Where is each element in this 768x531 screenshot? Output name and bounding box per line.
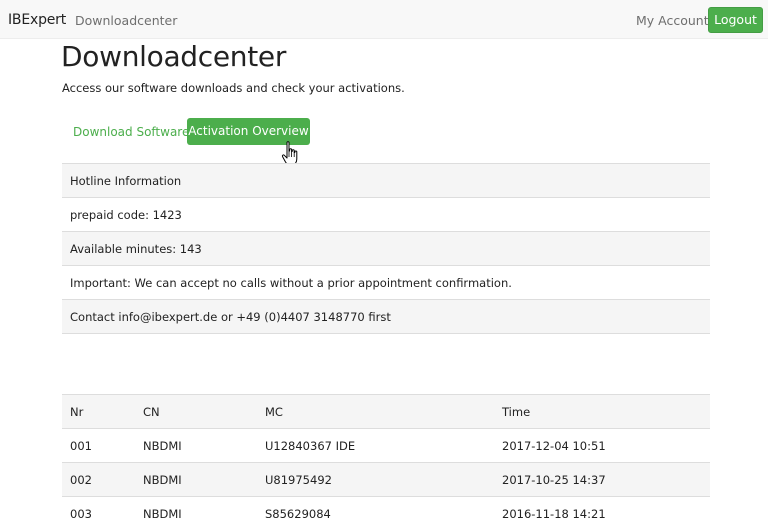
table-header-row: Nr CN MC Time <box>62 394 710 429</box>
nav-link-downloadcenter[interactable]: Downloadcenter <box>75 13 177 28</box>
column-header-mc: MC <box>257 394 494 429</box>
cell-nr: 001 <box>62 428 135 463</box>
cell-mc: U12840367 IDE <box>257 428 494 463</box>
cell-cn: NBDMI <box>135 496 257 531</box>
logout-button[interactable]: Logout <box>708 7 763 33</box>
important-notice-row: Important: We can accept no calls withou… <box>62 266 710 300</box>
tab-download-software[interactable]: Download Software <box>73 125 189 139</box>
page-title: Downloadcenter <box>61 40 287 73</box>
cell-time: 2017-12-04 10:51 <box>494 428 710 463</box>
hotline-info-table: Hotline Information prepaid code: 1423 A… <box>62 163 710 334</box>
nav-link-my-account[interactable]: My Account <box>636 13 709 28</box>
page-subtitle: Access our software downloads and check … <box>62 81 405 95</box>
table-row: 003 NBDMI S85629084 2016-11-18 14:21 <box>62 496 710 531</box>
cell-mc: U81975492 <box>257 462 494 497</box>
cell-time: 2017-10-25 14:37 <box>494 462 710 497</box>
brand-logo[interactable]: IBExpert <box>8 12 66 28</box>
cell-cn: NBDMI <box>135 462 257 497</box>
available-minutes-row: Available minutes: 143 <box>62 232 710 266</box>
hotline-heading: Hotline Information <box>62 164 710 198</box>
cell-time: 2016-11-18 14:21 <box>494 496 710 531</box>
cell-mc: S85629084 <box>257 496 494 531</box>
cell-nr: 002 <box>62 462 135 497</box>
cell-cn: NBDMI <box>135 428 257 463</box>
activations-table: Nr CN MC Time 001 NBDMI U12840367 IDE 20… <box>62 394 710 531</box>
table-row: 002 NBDMI U81975492 2017-10-25 14:37 <box>62 462 710 497</box>
column-header-nr: Nr <box>62 394 135 429</box>
column-header-cn: CN <box>135 394 257 429</box>
table-row: 001 NBDMI U12840367 IDE 2017-12-04 10:51 <box>62 428 710 463</box>
cell-nr: 003 <box>62 496 135 531</box>
prepaid-code-row: prepaid code: 1423 <box>62 198 710 232</box>
contact-row: Contact info@ibexpert.de or +49 (0)4407 … <box>62 300 710 334</box>
column-header-time: Time <box>494 394 710 429</box>
top-navbar: IBExpert Downloadcenter My Account Logou… <box>0 0 768 39</box>
